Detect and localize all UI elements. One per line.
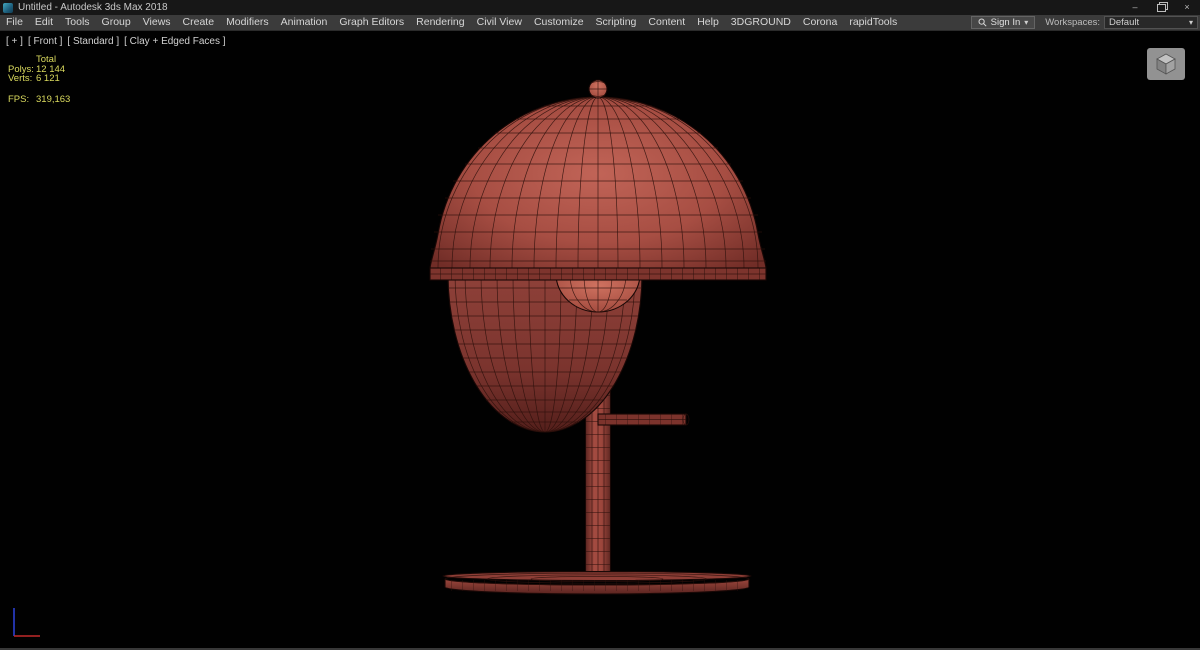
menu-item-rapidtools[interactable]: rapidTools: [843, 15, 903, 30]
app-icon[interactable]: [3, 2, 13, 13]
chevron-down-icon: ▾: [1188, 17, 1193, 27]
restore-button[interactable]: [1148, 0, 1174, 15]
lamp-finial-knob: [588, 79, 608, 99]
minimize-button[interactable]: –: [1122, 0, 1148, 15]
workspace-value: Default: [1109, 17, 1140, 28]
menu-item-group[interactable]: Group: [96, 15, 137, 30]
cube-icon: [1156, 53, 1176, 75]
restore-icon: [1156, 3, 1166, 12]
menu-item-customize[interactable]: Customize: [528, 15, 590, 30]
menu-item-civil-view[interactable]: Civil View: [471, 15, 528, 30]
window-controls: – ×: [1122, 0, 1200, 15]
lamp-base: [442, 570, 752, 595]
menu-item-animation[interactable]: Animation: [275, 15, 334, 30]
window-title: Untitled - Autodesk 3ds Max 2018: [18, 2, 168, 13]
sign-in-button[interactable]: Sign In ▾: [970, 16, 1036, 29]
menu-item-views[interactable]: Views: [137, 15, 177, 30]
menubar-right-cluster: Sign In ▾ Workspaces: Default ▾: [970, 16, 1200, 29]
menu-item-3dground[interactable]: 3DGROUND: [725, 15, 797, 30]
search-icon: [978, 18, 987, 27]
sign-in-label: Sign In: [990, 17, 1021, 28]
menu-item-scripting[interactable]: Scripting: [590, 15, 643, 30]
chevron-down-icon: ▾: [1024, 17, 1029, 27]
workspace-select[interactable]: Default ▾: [1104, 16, 1198, 29]
menu-item-file[interactable]: File: [0, 15, 29, 30]
menu-item-edit[interactable]: Edit: [29, 15, 59, 30]
close-button[interactable]: ×: [1174, 0, 1200, 15]
menu-item-corona[interactable]: Corona: [797, 15, 843, 30]
lamp-model[interactable]: [0, 31, 1200, 648]
workspaces-label: Workspaces:: [1045, 17, 1100, 28]
menu-item-tools[interactable]: Tools: [59, 15, 96, 30]
axis-gizmo: [13, 608, 40, 637]
menu-item-help[interactable]: Help: [691, 15, 725, 30]
menu-item-create[interactable]: Create: [177, 15, 221, 30]
menu-item-modifiers[interactable]: Modifiers: [220, 15, 275, 30]
viewport-front[interactable]: [ + ] [ Front ] [ Standard ] [ Clay + Ed…: [0, 31, 1200, 648]
title-bar: Untitled - Autodesk 3ds Max 2018 – ×: [0, 0, 1200, 15]
menu-item-content[interactable]: Content: [642, 15, 691, 30]
viewcube[interactable]: [1147, 48, 1185, 80]
lamp-shade-dome: [429, 79, 767, 281]
menu-bar: File Edit Tools Group Views Create Modif…: [0, 15, 1200, 31]
3dsmax-window: Untitled - Autodesk 3ds Max 2018 – × Fil…: [0, 0, 1200, 650]
menu-item-rendering[interactable]: Rendering: [410, 15, 470, 30]
lamp-arm: [597, 413, 690, 426]
menu-item-graph-editors[interactable]: Graph Editors: [333, 15, 410, 30]
